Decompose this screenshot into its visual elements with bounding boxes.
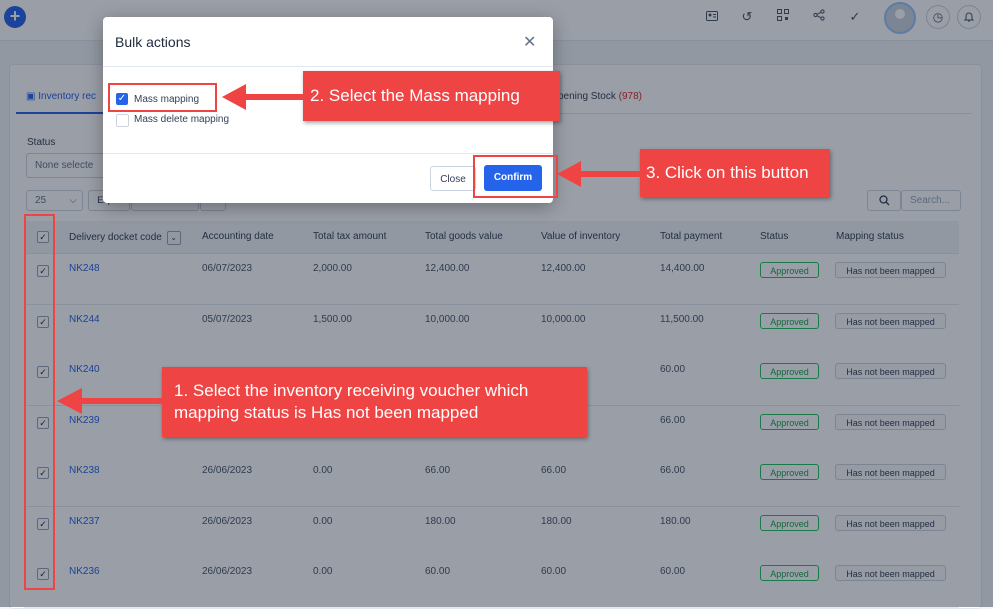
arrow-step-1-shaft — [80, 398, 163, 404]
arrow-step-2-head — [222, 84, 246, 110]
annotation-arrows — [57, 84, 641, 414]
arrow-step-3-head — [557, 161, 581, 187]
arrow-step-1-head — [57, 388, 82, 414]
arrow-step-2-shaft — [244, 94, 304, 100]
arrow-step-3-shaft — [578, 171, 641, 177]
